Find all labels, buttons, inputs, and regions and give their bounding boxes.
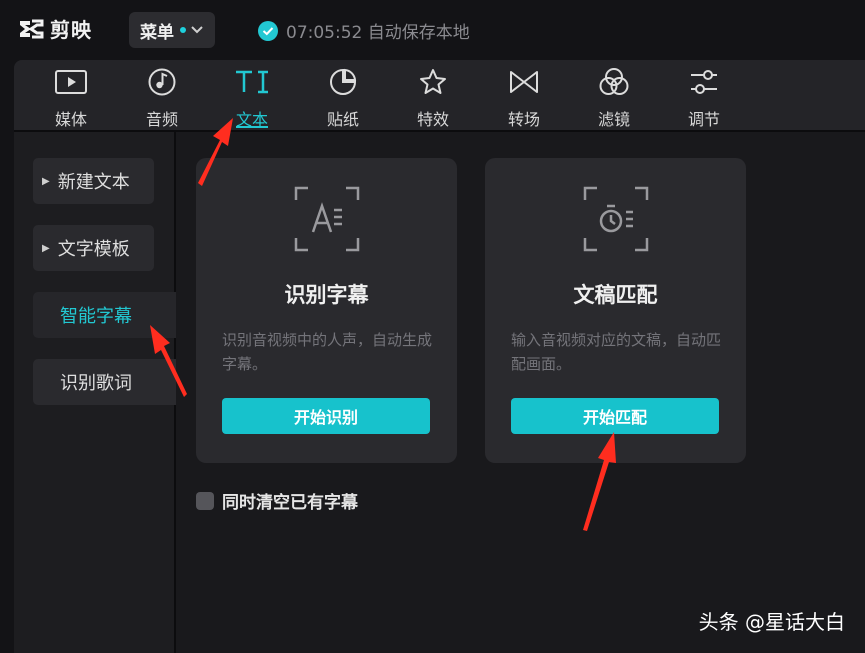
card-title: 识别字幕 bbox=[284, 283, 369, 307]
tab-label: 转场 bbox=[507, 110, 540, 129]
tab-bar: 媒体 音频 文本 贴纸 特效 转场 滤镜 调节 bbox=[14, 60, 865, 132]
start-recognition-button[interactable]: 开始识别 bbox=[222, 398, 430, 434]
effects-star-icon bbox=[420, 69, 446, 94]
filter-circles-icon bbox=[599, 68, 629, 95]
app-logo: 剪映 bbox=[18, 14, 92, 43]
tab-media[interactable]: 媒体 bbox=[35, 64, 107, 130]
sidebar-item-label: 新建文本 bbox=[57, 172, 130, 193]
tab-filter[interactable]: 滤镜 bbox=[578, 64, 650, 130]
tab-label: 滤镜 bbox=[597, 110, 630, 129]
tab-label: 音频 bbox=[145, 110, 178, 129]
card-description: 识别音视频中的人声，自动生成字幕。 bbox=[222, 331, 433, 373]
caret-right-icon: ▶ bbox=[42, 175, 50, 187]
app-name: 剪映 bbox=[50, 18, 92, 42]
caret-right-icon: ▶ bbox=[42, 242, 50, 254]
tab-label: 调节 bbox=[687, 110, 720, 129]
tab-adjust[interactable]: 调节 bbox=[668, 64, 740, 130]
sidebar-item-label: 文字模板 bbox=[57, 239, 130, 260]
start-matching-button[interactable]: 开始匹配 bbox=[511, 398, 719, 434]
notification-dot bbox=[180, 27, 186, 33]
audio-note-icon bbox=[148, 68, 176, 96]
text-sidebar: ▶ 新建文本 ▶ 文字模板 智能字幕 识别歌词 bbox=[14, 132, 181, 653]
text-recognition-icon bbox=[294, 186, 360, 252]
tab-transition[interactable]: 转场 bbox=[488, 64, 560, 130]
content-area: 识别字幕 识别音视频中的人声，自动生成字幕。 开始识别 文稿匹配 输入音视频对应… bbox=[176, 132, 865, 653]
sidebar-item-label: 识别歌词 bbox=[60, 373, 132, 394]
menu-label: 菜单 bbox=[140, 22, 174, 43]
tab-label: 文本 bbox=[235, 110, 268, 129]
capcut-logo-icon bbox=[20, 19, 44, 38]
caption-recognition-card: 识别字幕 识别音视频中的人声，自动生成字幕。 开始识别 bbox=[196, 158, 457, 463]
autosave-text: 07:05:52 自动保存本地 bbox=[286, 23, 470, 43]
tab-audio[interactable]: 音频 bbox=[126, 64, 198, 130]
menu-button[interactable]: 菜单 bbox=[129, 12, 215, 48]
tab-sticker[interactable]: 贴纸 bbox=[307, 64, 379, 130]
clear-existing-captions-option[interactable]: 同时清空已有字幕 bbox=[196, 488, 358, 513]
main-panel: 媒体 音频 文本 贴纸 特效 转场 滤镜 调节 ▶ 新建文本 ▶ 文字模板 智能… bbox=[14, 60, 865, 653]
top-bar: 剪映 菜单 07:05:52 自动保存本地 bbox=[0, 0, 865, 60]
media-play-icon bbox=[55, 70, 87, 94]
card-title: 文稿匹配 bbox=[573, 283, 658, 307]
sidebar-item-text-template[interactable]: ▶ 文字模板 bbox=[33, 225, 154, 271]
clear-captions-checkbox[interactable] bbox=[196, 491, 214, 510]
tab-text[interactable]: 文本 bbox=[216, 64, 288, 130]
tab-label: 媒体 bbox=[54, 110, 87, 129]
sidebar-item-lyrics-recognition[interactable]: 识别歌词 bbox=[33, 359, 181, 405]
sticker-icon bbox=[330, 68, 357, 95]
transition-bowtie-icon bbox=[510, 71, 538, 93]
script-timer-icon bbox=[583, 186, 649, 252]
tab-effects[interactable]: 特效 bbox=[397, 64, 469, 130]
script-matching-card: 文稿匹配 输入音视频对应的文稿，自动匹配画面。 开始匹配 bbox=[485, 158, 746, 463]
watermark: 头条 @星话大白 bbox=[698, 610, 845, 634]
adjust-sliders-icon bbox=[691, 70, 717, 94]
sidebar-item-label: 智能字幕 bbox=[60, 306, 132, 327]
tab-label: 特效 bbox=[416, 110, 449, 129]
autosave-status: 07:05:52 自动保存本地 bbox=[258, 18, 470, 43]
text-ti-icon bbox=[236, 70, 268, 94]
card-description: 输入音视频对应的文稿，自动匹配画面。 bbox=[511, 331, 722, 373]
check-circle-icon bbox=[258, 20, 278, 41]
sidebar-item-smart-captions[interactable]: 智能字幕 bbox=[33, 292, 181, 338]
tab-label: 贴纸 bbox=[326, 110, 359, 129]
sidebar-item-new-text[interactable]: ▶ 新建文本 bbox=[33, 158, 154, 204]
chevron-down-icon bbox=[191, 26, 203, 34]
checkbox-label: 同时清空已有字幕 bbox=[222, 493, 358, 513]
